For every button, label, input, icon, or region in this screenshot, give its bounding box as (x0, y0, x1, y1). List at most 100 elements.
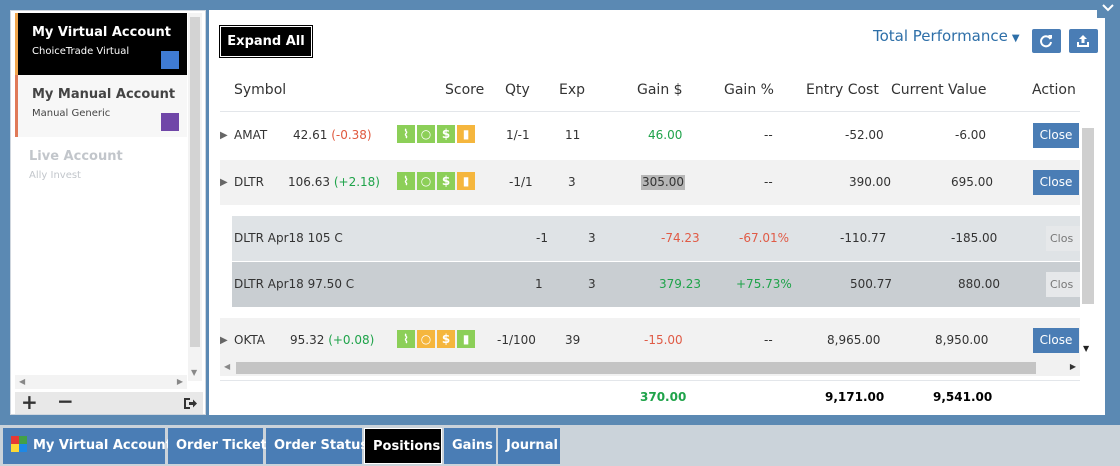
dollar-icon[interactable]: $ (437, 125, 455, 143)
dollar-icon[interactable]: $ (437, 172, 455, 190)
export-button[interactable] (1069, 29, 1098, 53)
row-exp: 39 (565, 333, 581, 347)
price-value: 106.63 (288, 175, 330, 189)
table-row[interactable]: ▶ DLTR 106.63 (+2.18) ⌇ ○ $ ▮ -1/1 3 305.00… (220, 160, 1080, 205)
performance-dropdown[interactable]: Total Performance ▼ (873, 27, 1020, 45)
score-icons[interactable]: ⌇ ○ $ ▮ (397, 172, 475, 190)
account-item-live[interactable]: Live Account Ally Invest (15, 137, 187, 199)
add-account-button[interactable]: + (21, 390, 38, 414)
close-position-button[interactable]: Close (1033, 123, 1079, 148)
row-symbol: DLTR (234, 175, 264, 189)
tab-label: Order Status (274, 438, 369, 453)
tab-order-ticket[interactable]: Order Ticket (168, 428, 267, 464)
column-symbol[interactable]: Symbol (234, 82, 286, 98)
column-score[interactable]: Score (445, 82, 484, 98)
chart-icon[interactable]: ⌇ (397, 125, 415, 143)
close-position-button[interactable]: Close (1033, 328, 1079, 353)
scrollbar-thumb[interactable] (236, 362, 1036, 374)
scrollbar-thumb[interactable] (1082, 128, 1094, 304)
bottom-tab-bar: My Virtual Account Order Ticket Order St… (0, 425, 1120, 466)
scrollbar-thumb[interactable] (190, 17, 200, 347)
remove-account-button[interactable]: − (57, 389, 74, 413)
chart-icon[interactable]: ⌇ (397, 172, 415, 190)
sidebar-vertical-scrollbar[interactable]: ▼ (188, 13, 202, 381)
scroll-down-icon[interactable]: ▼ (191, 368, 197, 377)
column-action[interactable]: Action (1032, 82, 1076, 98)
column-exp[interactable]: Exp (559, 82, 585, 98)
row-gain: 46.00 (648, 128, 683, 142)
bars-icon[interactable]: ▮ (457, 125, 475, 143)
exit-icon[interactable] (183, 395, 197, 414)
circle-icon[interactable]: ○ (417, 330, 435, 348)
scroll-left-icon[interactable]: ◀ (19, 377, 25, 386)
row-current-value: 695.00 (951, 175, 993, 189)
tab-positions[interactable]: Positions (364, 428, 442, 464)
leg-gain: -74.23 (661, 231, 700, 245)
account-color-swatch[interactable] (161, 113, 179, 131)
table-row[interactable]: ▶ AMAT 42.61 (-0.38) ⌇ ○ $ ▮ 1/-1 11 46.00 … (220, 113, 1080, 158)
row-current-value: 8,950.00 (935, 333, 989, 347)
dollar-icon[interactable]: $ (437, 330, 455, 348)
score-icons[interactable]: ⌇ ○ $ ▮ (397, 125, 475, 143)
circle-icon[interactable]: ○ (417, 125, 435, 143)
account-color-swatch[interactable] (161, 51, 179, 69)
row-gain-pct: -- (764, 333, 773, 347)
scroll-left-icon[interactable]: ◀ (224, 362, 230, 371)
column-current-value[interactable]: Current Value (891, 82, 986, 98)
expand-all-button[interactable]: Expand All (219, 25, 313, 58)
account-sidebar: My Virtual Account ChoiceTrade Virtual M… (10, 10, 206, 415)
row-qty: -1/1 (509, 175, 533, 189)
column-gain-percent[interactable]: Gain % (724, 82, 774, 98)
leg-gain-pct: +75.73% (736, 277, 792, 291)
row-symbol: AMAT (234, 128, 268, 142)
tab-label: Positions (373, 439, 441, 454)
sidebar-footer: + − (15, 389, 203, 414)
column-entry-cost[interactable]: Entry Cost (806, 82, 879, 98)
tab-gains[interactable]: Gains (444, 428, 497, 464)
leg-exp: 3 (588, 231, 596, 245)
price-value: 42.61 (293, 128, 328, 142)
row-price: 106.63 (+2.18) (288, 160, 380, 205)
leg-symbol: DLTR Apr18 97.50 C (234, 277, 355, 291)
account-list: My Virtual Account ChoiceTrade Virtual M… (15, 13, 187, 381)
scroll-down-icon[interactable]: ▼ (1083, 344, 1089, 353)
leg-qty: 1 (535, 277, 543, 291)
close-leg-button[interactable]: Clos (1046, 272, 1080, 297)
leg-gain-pct: -67.01% (739, 231, 790, 245)
table-row-leg[interactable]: DLTR Apr18 105 C -1 3 -74.23 -67.01% -11… (232, 216, 1080, 261)
leg-qty: -1 (536, 231, 548, 245)
table-horizontal-scrollbar[interactable]: ◀ ▶ (220, 360, 1080, 376)
leg-symbol: DLTR Apr18 105 C (234, 231, 343, 245)
column-gain-dollar[interactable]: Gain $ (637, 82, 683, 98)
column-qty[interactable]: Qty (505, 82, 530, 98)
leg-current-value: 880.00 (958, 277, 1000, 291)
table-row-leg[interactable]: DLTR Apr18 97.50 C 1 3 379.23 +75.73% 50… (232, 262, 1080, 307)
account-item-virtual[interactable]: My Virtual Account ChoiceTrade Virtual (15, 13, 187, 75)
scroll-right-icon[interactable]: ▶ (1070, 362, 1076, 371)
bars-icon[interactable]: ▮ (457, 330, 475, 348)
tab-my-virtual-account[interactable]: My Virtual Account (3, 428, 172, 464)
tab-journal[interactable]: Journal (498, 428, 561, 464)
tab-order-status[interactable]: Order Status (266, 428, 368, 464)
close-position-button[interactable]: Close (1033, 170, 1079, 195)
table-vertical-scrollbar[interactable]: ▼ (1081, 113, 1095, 353)
scroll-right-icon[interactable]: ▶ (177, 377, 183, 386)
collapse-button[interactable] (1097, 0, 1119, 18)
positions-table-header: Symbol Score Qty Exp Gain $ Gain % Entry… (220, 78, 1080, 112)
account-item-manual[interactable]: My Manual Account Manual Generic (15, 75, 187, 137)
close-leg-button[interactable]: Clos (1046, 226, 1080, 251)
tab-label: Journal (506, 438, 558, 453)
expand-triangle-icon[interactable]: ▶ (220, 113, 228, 158)
total-current-value: 9,541.00 (933, 390, 993, 404)
sidebar-horizontal-scrollbar[interactable]: ◀ ▶ (15, 375, 187, 389)
table-row[interactable]: ▶ OKTA 95.32 (+0.08) ⌇ ○ $ ▮ -1/100 39 -15.… (220, 318, 1080, 363)
row-gain-pct: -- (764, 175, 773, 189)
score-icons[interactable]: ⌇ ○ $ ▮ (397, 330, 475, 348)
circle-icon[interactable]: ○ (417, 172, 435, 190)
expand-triangle-icon[interactable]: ▶ (220, 160, 228, 205)
refresh-button[interactable] (1032, 29, 1061, 53)
row-current-value: -6.00 (955, 128, 987, 142)
chart-icon[interactable]: ⌇ (397, 330, 415, 348)
expand-triangle-icon[interactable]: ▶ (220, 318, 228, 363)
bars-icon[interactable]: ▮ (457, 172, 475, 190)
